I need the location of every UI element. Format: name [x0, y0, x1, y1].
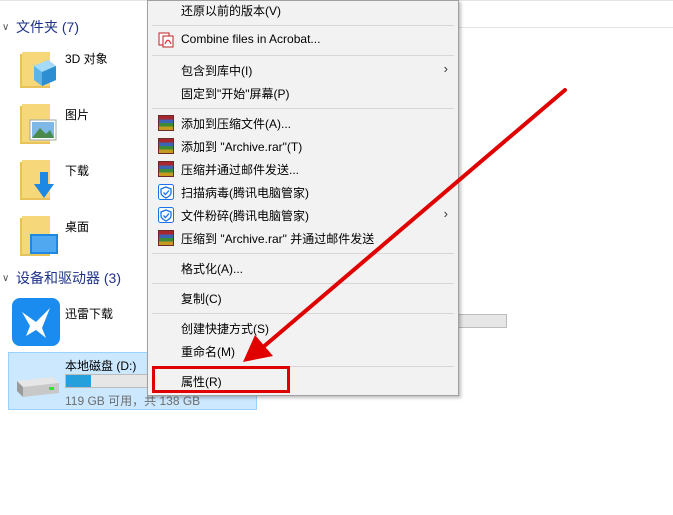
annotation-arrow-icon — [243, 88, 567, 362]
